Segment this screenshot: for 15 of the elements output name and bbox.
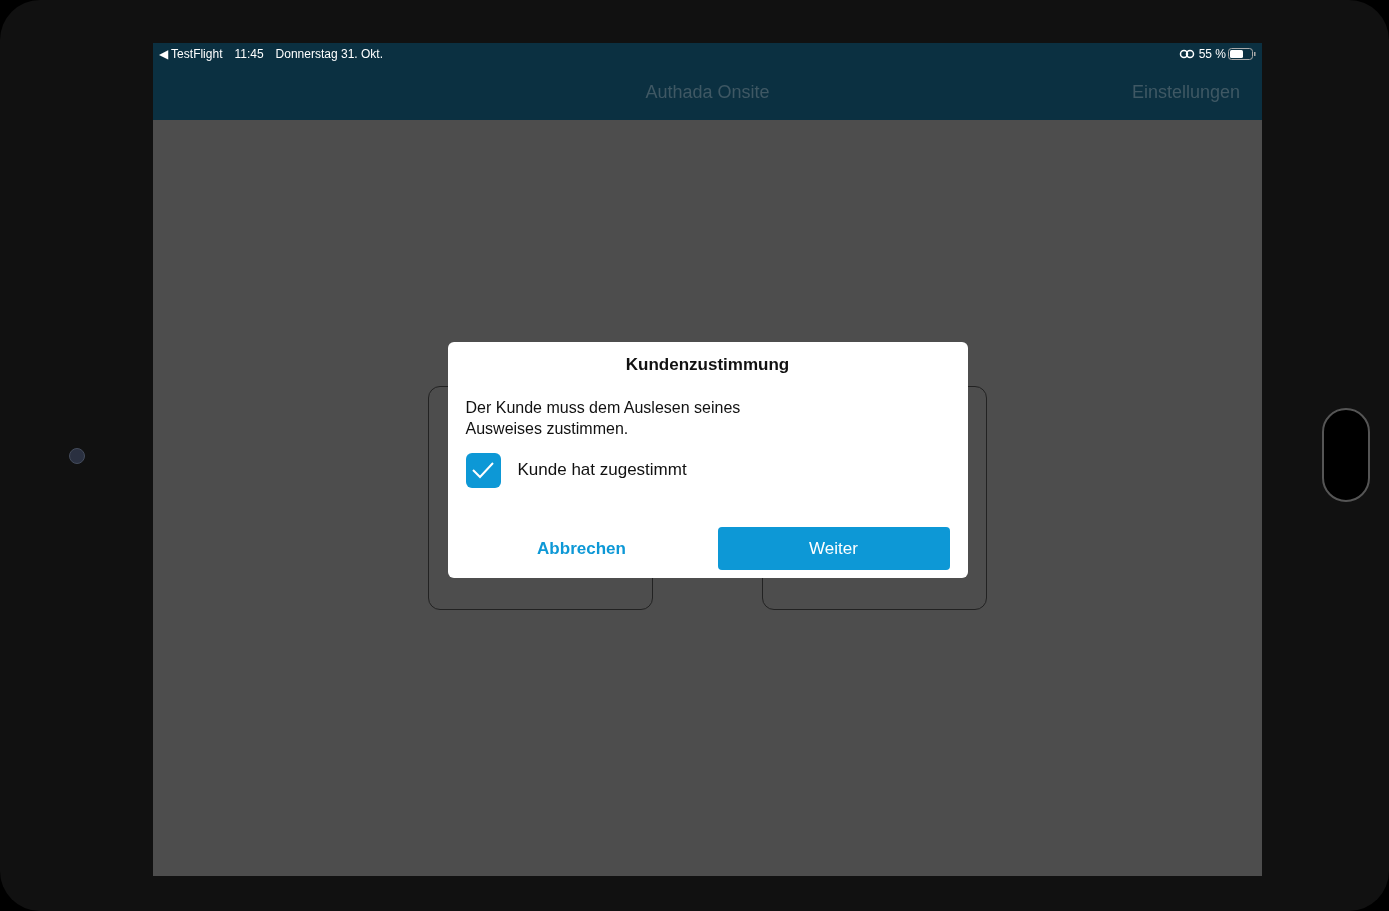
cancel-button[interactable]: Abbrechen xyxy=(465,527,698,570)
battery-icon xyxy=(1228,48,1256,60)
clock: 11:45 xyxy=(234,46,264,63)
continue-button[interactable]: Weiter xyxy=(717,527,950,570)
camera-icon xyxy=(68,447,85,464)
dialog-message: Der Kunde muss dem Auslesen seines Ausweises zustimmen. xyxy=(465,397,742,439)
checkbox-label: Kunde hat zugestimmt xyxy=(517,459,687,482)
back-link[interactable]: ◀ TestFlight xyxy=(159,45,223,63)
dialog-title: Kundenzustimmung xyxy=(624,354,791,376)
consent-checkbox[interactable] xyxy=(465,452,501,488)
date-label: Donnerstag 31. Okt. xyxy=(275,46,383,63)
checkmark-icon xyxy=(471,461,495,479)
home-button[interactable] xyxy=(1321,407,1370,502)
battery-percentage: 55 % xyxy=(1198,46,1226,63)
link-icon xyxy=(1178,49,1195,59)
